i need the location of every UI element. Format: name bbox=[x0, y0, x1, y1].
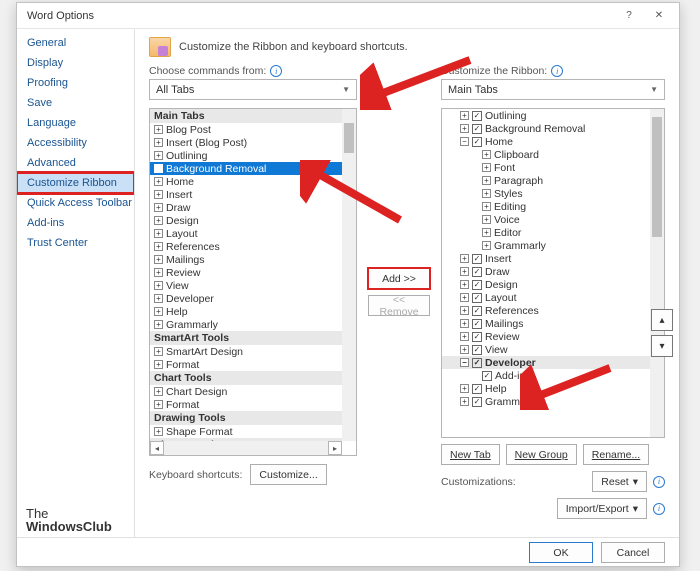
scrollbar-h[interactable]: ◂▸ bbox=[150, 441, 342, 455]
word-options-dialog: Word Options ? ✕ General Display Proofin… bbox=[16, 2, 680, 567]
sidebar-customize-ribbon[interactable]: Customize Ribbon bbox=[17, 173, 134, 193]
sidebar-proofing[interactable]: Proofing bbox=[17, 73, 134, 93]
cancel-button[interactable]: Cancel bbox=[601, 542, 665, 563]
sidebar-language[interactable]: Language bbox=[17, 113, 134, 133]
info-icon[interactable]: i bbox=[551, 65, 563, 77]
sidebar-accessibility[interactable]: Accessibility bbox=[17, 133, 134, 153]
info-icon[interactable]: i bbox=[653, 503, 665, 515]
titlebar: Word Options ? ✕ bbox=[17, 3, 679, 29]
customize-ribbon-dropdown[interactable]: Main Tabs ▼ bbox=[441, 79, 665, 100]
close-button[interactable]: ✕ bbox=[645, 7, 673, 25]
sidebar-trust-center[interactable]: Trust Center bbox=[17, 233, 134, 253]
move-up-button[interactable]: ▴ bbox=[651, 309, 673, 331]
window-title: Word Options bbox=[27, 10, 94, 22]
move-down-button[interactable]: ▾ bbox=[651, 335, 673, 357]
ok-button[interactable]: OK bbox=[529, 542, 593, 563]
info-icon[interactable]: i bbox=[270, 65, 282, 77]
customize-ribbon-label: Customize the Ribbon: bbox=[441, 65, 547, 77]
sidebar-addins[interactable]: Add-ins bbox=[17, 213, 134, 233]
category-sidebar: General Display Proofing Save Language A… bbox=[17, 29, 135, 537]
remove-button[interactable]: << Remove bbox=[368, 295, 430, 316]
scrollbar-v[interactable] bbox=[650, 109, 664, 437]
sidebar-general[interactable]: General bbox=[17, 33, 134, 53]
new-group-button[interactable]: New Group bbox=[506, 444, 577, 465]
new-tab-button[interactable]: New Tab bbox=[441, 444, 500, 465]
sidebar-quick-access[interactable]: Quick Access Toolbar bbox=[17, 193, 134, 213]
window-controls: ? ✕ bbox=[615, 7, 673, 25]
sidebar-advanced[interactable]: Advanced bbox=[17, 153, 134, 173]
sidebar-save[interactable]: Save bbox=[17, 93, 134, 113]
reorder-buttons: ▴ ▾ bbox=[651, 309, 673, 357]
chevron-down-icon: ▼ bbox=[650, 85, 658, 94]
customizations-label: Customizations: bbox=[441, 476, 516, 488]
scrollbar-v[interactable] bbox=[342, 109, 356, 441]
help-button[interactable]: ? bbox=[615, 7, 643, 25]
rename-button[interactable]: Rename... bbox=[583, 444, 649, 465]
ribbon-icon bbox=[149, 37, 171, 57]
chevron-down-icon: ▼ bbox=[342, 85, 350, 94]
keyboard-shortcuts-label: Keyboard shortcuts: bbox=[149, 469, 242, 481]
info-icon[interactable]: i bbox=[653, 476, 665, 488]
section-main-tabs: Main Tabs bbox=[150, 109, 342, 123]
main-panel: Customize the Ribbon and keyboard shortc… bbox=[135, 29, 679, 537]
dialog-footer: OK Cancel bbox=[17, 537, 679, 567]
import-export-button[interactable]: Import/Export ▾ bbox=[557, 498, 647, 519]
choose-commands-dropdown[interactable]: All Tabs ▼ bbox=[149, 79, 357, 100]
ribbon-tree[interactable]: +Outlining +Background Removal −Home +Cl… bbox=[441, 108, 665, 438]
watermark: TheWindowsClub bbox=[26, 507, 112, 533]
tree-item-developer: −Developer bbox=[442, 356, 650, 369]
customize-keyboard-button[interactable]: Customize... bbox=[250, 464, 326, 485]
reset-button[interactable]: Reset ▾ bbox=[592, 471, 647, 492]
choose-commands-label: Choose commands from: bbox=[149, 65, 266, 77]
sidebar-display[interactable]: Display bbox=[17, 53, 134, 73]
add-button[interactable]: Add >> bbox=[368, 268, 430, 289]
commands-tree[interactable]: Main Tabs +Blog Post +Insert (Blog Post)… bbox=[149, 108, 357, 456]
page-header: Customize the Ribbon and keyboard shortc… bbox=[179, 41, 408, 53]
tree-item-background-removal: +Background Removal bbox=[150, 162, 342, 175]
